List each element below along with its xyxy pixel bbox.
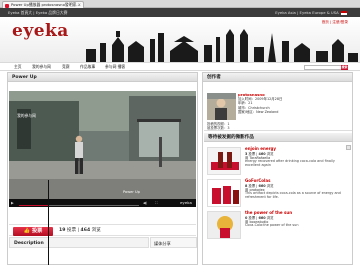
video-panel-title: Power Up <box>8 73 197 82</box>
work-item[interactable]: enjoin energy 3 投票 | 460 浏览 用 TaraRafael… <box>204 145 352 177</box>
video-panel: Power Up 我的参与网 Power Up ▶ ◀) ⛶ eyeka 👍 投… <box>7 72 198 265</box>
header-account-links[interactable]: 首页 | 注册/登录 <box>322 20 348 25</box>
work-thumbnail[interactable] <box>207 147 241 175</box>
work-item[interactable]: the power of the sun 0 投票 | 660 浏览 用 boo… <box>204 209 352 241</box>
view-count-label: 浏览 <box>91 228 101 233</box>
media-share-header: 媒体分享 <box>150 237 197 248</box>
vote-count-label: 投票 <box>66 228 77 233</box>
tab-title: Power Up播放器 protosnasno發明家… <box>11 2 81 7</box>
video-brand-logo: eyeka <box>179 201 192 205</box>
vote-count: 19 <box>59 228 66 233</box>
vote-button[interactable]: 👍 投票 <box>13 226 53 236</box>
view-count: 464 <box>80 228 91 233</box>
flag-icon[interactable] <box>341 11 347 15</box>
cursor-marker-left <box>48 180 49 265</box>
creator-panel-title: 创作者 <box>203 73 352 82</box>
video-progress-bar[interactable] <box>19 204 139 206</box>
video-player[interactable]: 我的参与网 Power Up <box>9 91 196 199</box>
creator-stat-votes: 被投票次数：3 <box>207 126 230 130</box>
nav-item-podcast[interactable]: 参与网 播客 <box>105 63 125 71</box>
site-logo[interactable]: eyeka <box>12 21 69 41</box>
video-caption: Power Up <box>123 190 140 194</box>
search-input[interactable]: 搜索 <box>304 64 348 70</box>
play-pause-icon[interactable]: ▶ <box>11 199 14 207</box>
vote-and-view-counts: 19 投票 | 464 浏览 <box>59 228 101 233</box>
browser-tab[interactable]: Power Up播放器 protosnasno發明家… × <box>2 1 84 8</box>
video-controls: ▶ ◀) ⛶ eyeka <box>9 199 196 207</box>
creator-avatar[interactable] <box>207 93 236 120</box>
creator-card: protosnasno 加入时间：2009年12月28日 年龄：21 城市：Ch… <box>204 91 352 131</box>
site-header: eyeka 首页 | 注册/登录 <box>0 17 360 62</box>
description-header: Description <box>9 237 149 248</box>
fullscreen-icon[interactable]: ⛶ <box>155 199 158 207</box>
favicon-icon <box>5 3 9 8</box>
browser-tabbar: Power Up播放器 protosnasno發明家… × <box>0 0 360 8</box>
nav-item-contests[interactable]: 竞赛 <box>62 63 70 71</box>
work-description: This artifact depicts coca-cola as a sou… <box>245 191 341 199</box>
creator-details: protosnasno 加入时间：2009年12月28日 年龄：21 城市：Ch… <box>238 92 282 114</box>
works-panel-title: 等待被发掘的微影作品 <box>204 133 352 142</box>
scroll-up-arrow[interactable] <box>346 145 351 150</box>
work-description: energy recovered after drinking coca-col… <box>245 159 335 167</box>
creator-country: 国家/地区：New Zealand <box>238 109 279 114</box>
video-progress-fill <box>19 204 49 206</box>
nav-item-home[interactable]: 主页 <box>14 63 22 71</box>
nav-item-my-participation[interactable]: 我的参与网 <box>32 63 51 71</box>
topbar-region-links[interactable]: Eyeka Asia | Eyeka Europe & USA <box>275 8 348 17</box>
nav-item-stories[interactable]: 作品故事 <box>80 63 95 71</box>
main-nav: 主页 我的参与网 竞赛 作品故事 参与网 播客 搜索 <box>0 62 360 71</box>
vote-button-label: 投票 <box>31 227 43 234</box>
city-skyline-illustration <box>86 29 358 62</box>
volume-icon[interactable]: ◀) <box>143 199 147 207</box>
topbar-left-links[interactable]: Eyeka 首頁大 | Eyeka 品牌日大賽 <box>8 8 67 17</box>
topbar-region-text[interactable]: Eyeka Asia | Eyeka Europe & USA <box>275 10 339 15</box>
search-button[interactable]: 搜索 <box>341 64 348 70</box>
work-item[interactable]: GoForColas 8 投票 | 660 浏览 用 protodex This… <box>204 177 352 209</box>
creator-stats: 投稿的视频：1 被投票次数：3 <box>207 122 230 130</box>
vote-row: 👍 投票 19 投票 | 464 浏览 <box>9 224 196 236</box>
video-overlay-title: 我的参与网 <box>17 113 36 118</box>
work-description: Coca-Cola:the power of the sun <box>245 223 299 227</box>
thumbs-up-icon: 👍 <box>23 227 31 234</box>
video-frame-street-scene <box>9 91 196 199</box>
top-utility-bar: Eyeka 首頁大 | Eyeka 品牌日大賽 Eyeka Asia | Eye… <box>0 8 360 17</box>
sidebar-panel: 创作者 protosnasno 加入时间：2009年12月28日 年龄：21 城… <box>202 72 353 265</box>
work-thumbnail[interactable] <box>207 211 241 239</box>
work-thumbnail[interactable] <box>207 179 241 207</box>
